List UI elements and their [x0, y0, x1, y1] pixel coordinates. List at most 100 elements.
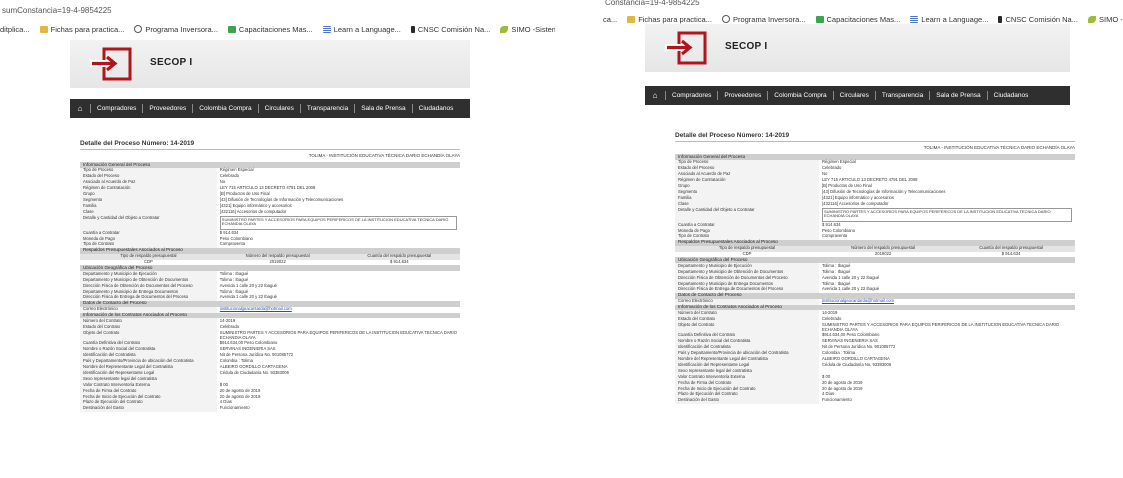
object-description-textbox[interactable]: SUMINISTRO PARTES Y ACCESORIOS PARA EQUI… [822, 207, 1072, 222]
nav-item[interactable]: Colombia Compra [767, 91, 832, 100]
bookmark-item[interactable]: Programa Inversora... [721, 14, 806, 24]
nav-item[interactable]: Transparencia [874, 91, 929, 100]
field-value: SUMINISTRO PARTES Y ACCESORIOS PARA EQUI… [822, 321, 1060, 332]
process-title: Detalle del Proceso Número: 14-2019 [675, 132, 1075, 142]
green-icon [227, 25, 236, 33]
home-icon[interactable]: ⌂ [70, 104, 90, 113]
bookmark-item[interactable]: Learn a Language... [322, 24, 401, 34]
bookmark-label: Learn a Language... [333, 24, 401, 34]
field-value: SUMINISTRO PARTES Y ACCESORIOS PARA EQUI… [219, 329, 457, 340]
window-gap [555, 0, 603, 478]
bookmark-item[interactable]: CNSC Comisión Na... [410, 24, 491, 34]
folder-icon [627, 15, 636, 23]
home-icon[interactable]: ⌂ [645, 91, 665, 100]
field-value: Funcionamiento [822, 397, 852, 403]
bookmark-item[interactable]: Programa Inversora... [134, 25, 218, 34]
field-label: Objeto del Contrato [675, 322, 819, 333]
table-row: Objeto del Contrato SUMINISTRO PARTES Y A… [80, 330, 460, 341]
bookmark-item[interactable]: ditplica... [0, 25, 30, 34]
email-link[interactable]: institucionalgeacantarda@hotmail.com [822, 298, 894, 303]
browser-window-left: sumConstancia=19-4-9854225 ditplica... Fi… [0, 0, 555, 478]
field-label: Objeto del Contrato [80, 330, 217, 341]
globe-icon [721, 15, 730, 23]
folder-icon [39, 25, 48, 33]
secop-logo-icon [90, 47, 132, 81]
bookmark-label: SIMO -Sistema de a... [1098, 14, 1123, 24]
bookmark-label: Learn a Language... [921, 14, 989, 24]
bookmark-item[interactable]: CNSC Comisión Na... [998, 15, 1078, 24]
bookmarks-bar: ditplica... Fichas para practica... Progra… [0, 22, 555, 36]
bookmark-label: Capacitaciones Mas... [826, 14, 901, 24]
table-row: Destinación del Gasto Funcionamiento [675, 397, 1075, 404]
nav-item[interactable]: Circulares [257, 104, 300, 113]
bookmark-label: CNSC Comisión Na... [417, 24, 491, 34]
green-icon [815, 15, 824, 23]
main-nav: ⌂ Compradores Proveedores Colombia Compra C… [70, 99, 470, 118]
leaf-icon [500, 25, 509, 33]
site-logo-text[interactable]: SECOP I [725, 41, 768, 52]
blue-lines-icon [322, 25, 331, 33]
field-value: SUMINISTRO PARTES Y ACCESORIOS PARA EQUI… [819, 207, 1075, 222]
field-value: SUMINISTRO PARTES Y ACCESORIOS PARA EQUI… [217, 215, 460, 230]
bookmark-label: Programa Inversora... [145, 24, 218, 34]
site-header: SECOP I [645, 24, 1070, 72]
browser-window-right: Constancia=19-4-9854225 ca... Fichas para… [603, 0, 1123, 478]
bookmark-label: Capacitaciones Mas... [238, 24, 313, 34]
bookmark-label: CNSC Comisión Na... [1005, 14, 1078, 24]
bookmark-item[interactable]: SIMO -Sistema de a... [500, 25, 555, 34]
field-label: Detalle y Cantidad del Objeto a Contrata… [80, 215, 217, 231]
bookmark-item[interactable]: Capacitaciones Mas... [815, 14, 901, 24]
bookmark-label: Programa Inversora... [732, 14, 806, 24]
address-bar-fragment[interactable]: Constancia=19-4-9854225 [605, 0, 700, 9]
email-link[interactable]: institucionalgeacantarda@hotmail.com [220, 306, 292, 311]
object-description-textbox[interactable]: SUMINISTRO PARTES Y ACCESORIOS PARA EQUI… [219, 215, 457, 230]
entity-name: TOLIMA - INSTITUCIÓN EDUCATIVA TÉCNICA D… [308, 153, 460, 158]
field-label: Destinación del Gasto [675, 397, 819, 404]
bookmark-label: ditplica... [0, 24, 30, 34]
table-row: Detalle y Cantidad del Objeto a Contrata… [675, 207, 1075, 223]
field-label: Destinación del Gasto [80, 405, 217, 412]
nav-item[interactable]: Compradores [90, 104, 142, 113]
table-row: Destinación del Gasto Funcionamiento [80, 405, 460, 412]
site-header: SECOP I [70, 40, 470, 88]
bookmark-item[interactable]: Learn a Language... [910, 15, 988, 24]
bookmark-item[interactable]: Fichas para practica... [39, 24, 125, 34]
nav-item[interactable]: Colombia Compra [192, 104, 257, 113]
nav-item[interactable]: Ciudadanos [986, 91, 1035, 100]
bookmark-label: ca... [603, 14, 618, 24]
flag-icon [998, 15, 1003, 23]
process-detail-panel: Detalle del Proceso Número: 14-2019 TOLI… [80, 140, 460, 412]
secop-logo-icon [665, 31, 707, 65]
nav-item[interactable]: Sala de Prensa [354, 104, 411, 113]
process-detail-panel: Detalle del Proceso Número: 14-2019 TOLI… [675, 132, 1075, 404]
bookmark-item[interactable]: SIMO -Sistema de a... [1087, 14, 1123, 24]
nav-item[interactable]: Transparencia [299, 104, 354, 113]
nav-item[interactable]: Proveedores [717, 91, 767, 100]
bookmark-label: Fichas para practica... [50, 24, 125, 34]
leaf-icon [1087, 15, 1096, 23]
nav-item[interactable]: Ciudadanos [411, 104, 460, 113]
bookmark-label: Fichas para practica... [638, 14, 712, 24]
table-row: Detalle y Cantidad del Objeto a Contrata… [80, 215, 460, 231]
field-label: Detalle y Cantidad del Objeto a Contrata… [675, 207, 819, 223]
site-logo-text[interactable]: SECOP I [150, 57, 193, 68]
process-info-table: Información General del Proceso Tipo de P… [80, 162, 460, 412]
bookmark-item[interactable]: Fichas para practica... [627, 15, 712, 24]
address-bar-fragment[interactable]: sumConstancia=19-4-9854225 [2, 6, 112, 17]
bookmark-item[interactable]: Capacitaciones Mas... [227, 24, 313, 34]
bookmark-item[interactable]: ca... [603, 15, 617, 24]
flag-icon [410, 25, 415, 33]
nav-item[interactable]: Circulares [832, 91, 875, 100]
globe-icon [134, 25, 143, 33]
entity-name: TOLIMA - INSTITUCIÓN EDUCATIVA TÉCNICA D… [923, 145, 1075, 150]
bookmark-label: SIMO -Sistema de a... [511, 24, 555, 34]
nav-item[interactable]: Sala de Prensa [929, 91, 986, 100]
nav-item[interactable]: Compradores [665, 91, 717, 100]
blue-lines-icon [910, 15, 919, 23]
nav-item[interactable]: Proveedores [142, 104, 192, 113]
table-row: Objeto del Contrato SUMINISTRO PARTES Y A… [675, 322, 1075, 333]
field-value: Funcionamiento [219, 405, 250, 411]
process-info-table: Información General del Proceso Tipo de P… [675, 154, 1075, 404]
main-nav: ⌂ Compradores Proveedores Colombia Compra C… [645, 86, 1070, 105]
process-title: Detalle del Proceso Número: 14-2019 [80, 140, 460, 150]
